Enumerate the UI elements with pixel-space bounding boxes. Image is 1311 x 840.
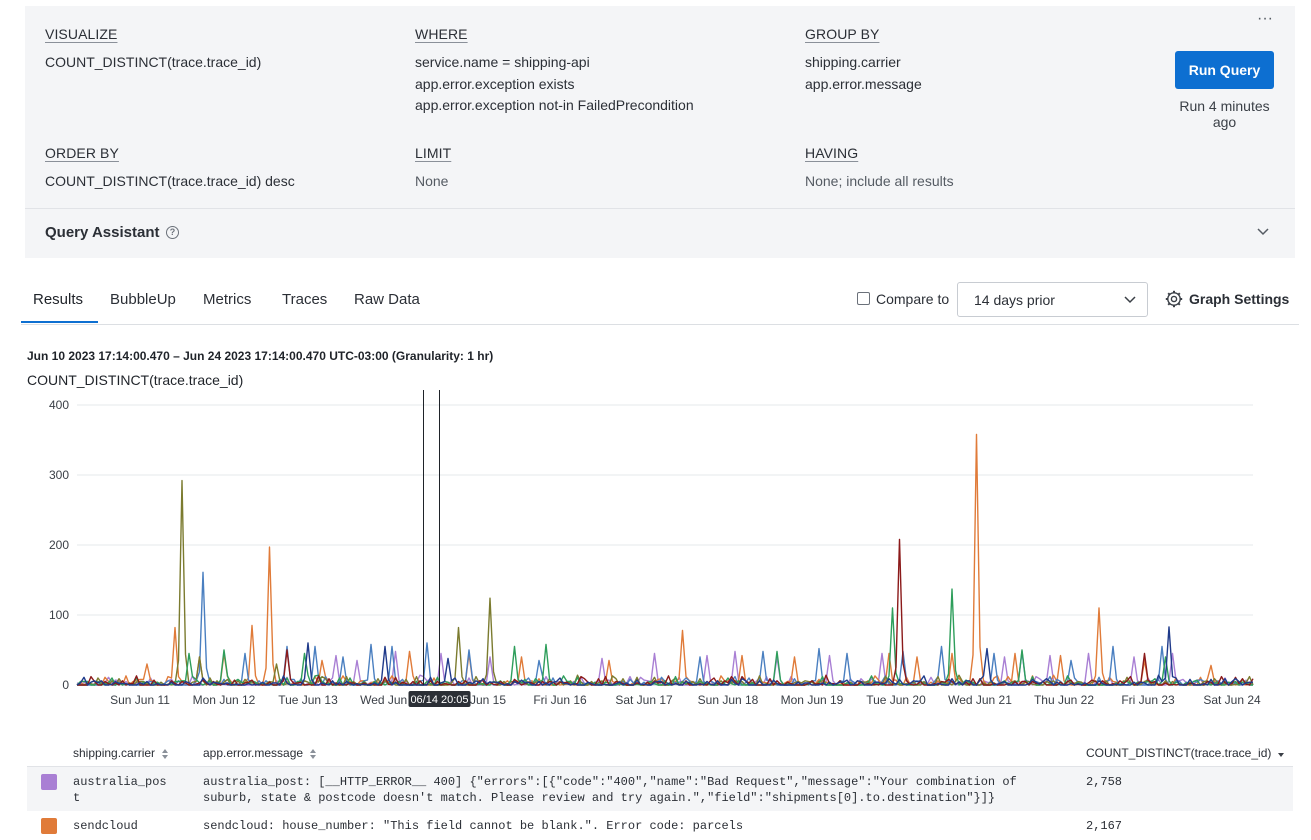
sort-desc-icon[interactable]	[1277, 748, 1285, 760]
chevron-down-icon	[1124, 296, 1136, 304]
carrier-cell: sendcloud	[73, 819, 138, 833]
series-line	[77, 538, 1254, 686]
limit-value: None	[415, 173, 449, 189]
x-axis-labels: Sun Jun 11 Mon Jun 12 Tue Jun 13 Wed Jun 14…	[110, 693, 1261, 707]
order-by-value: COUNT_DISTINCT(trace.trace_id) desc	[45, 173, 295, 189]
time-range-label: Jun 10 2023 17:14:00.470 – Jun 24 2023 1…	[27, 349, 494, 363]
more-options-icon[interactable]: ···	[1256, 11, 1274, 28]
having-value: None; include all results	[805, 173, 954, 189]
y-tick-label: 400	[49, 398, 69, 412]
y-tick-label: 0	[62, 678, 69, 692]
line-chart[interactable]: 0 100 200 300 400 Sun Jun 11 Mon Jun 12 Tue Ju…	[0, 390, 1311, 715]
visualize-heading[interactable]: VISUALIZE	[45, 26, 261, 42]
sort-icon[interactable]	[309, 748, 317, 760]
y-tick-label: 300	[49, 468, 69, 482]
message-cell: sendcloud: house_number: "This field can…	[203, 819, 744, 833]
tab-results[interactable]: Results	[33, 291, 83, 308]
where-section[interactable]: WHERE service.name = shipping-api app.er…	[415, 26, 694, 117]
graph-settings-button[interactable]: Graph Settings	[1189, 291, 1289, 307]
series-line	[77, 571, 1254, 686]
having-heading[interactable]: HAVING	[805, 145, 954, 161]
series-color-swatch	[41, 818, 57, 834]
group-by-heading[interactable]: GROUP BY	[805, 26, 922, 42]
chart-metric-label: COUNT_DISTINCT(trace.trace_id)	[27, 372, 244, 388]
x-tick-label: Fri Jun 23	[1121, 693, 1175, 707]
x-tick-label: Tue Jun 13	[278, 693, 338, 707]
count-cell: 2,167	[1086, 819, 1123, 833]
tab-bubbleup[interactable]: BubbleUp	[110, 291, 176, 308]
order-by-section[interactable]: ORDER BY COUNT_DISTINCT(trace.trace_id) …	[45, 145, 295, 193]
y-tick-label: 200	[49, 538, 69, 552]
y-axis-labels: 0 100 200 300 400	[49, 398, 69, 692]
compare-checkbox[interactable]	[857, 292, 870, 305]
x-tick-label: Sun Jun 18	[698, 693, 759, 707]
carrier-cell: australia_post	[73, 775, 167, 805]
compare-label: Compare to	[876, 291, 950, 307]
compare-period-value: 14 days prior	[974, 292, 1055, 308]
query-assistant-title: Query Assistant	[45, 224, 160, 241]
where-heading[interactable]: WHERE	[415, 26, 694, 42]
visualize-section[interactable]: VISUALIZE COUNT_DISTINCT(trace.trace_id)	[45, 26, 261, 74]
group-by-field: app.error.message	[805, 75, 922, 92]
where-clause: app.error.exception exists	[415, 75, 575, 92]
query-assistant-bar[interactable]: Query Assistant ?	[25, 208, 1295, 258]
col-count[interactable]: COUNT_DISTINCT(trace.trace_id)	[1086, 746, 1285, 760]
x-tick-label: Mon Jun 12	[193, 693, 256, 707]
marker-label: 06/14 20:05	[410, 694, 468, 706]
table-row[interactable]: australia_post australia_post: [__HTTP_E…	[27, 767, 1293, 811]
limit-section[interactable]: LIMIT None	[415, 145, 451, 193]
chevron-down-icon[interactable]	[1256, 226, 1270, 236]
query-builder-panel: VISUALIZE COUNT_DISTINCT(trace.trace_id)…	[25, 6, 1295, 208]
results-table-header: shipping.carrier app.error.message COUNT…	[27, 740, 1293, 767]
col-error-message[interactable]: app.error.message	[203, 746, 317, 760]
group-by-section[interactable]: GROUP BY shipping.carrier app.error.mess…	[805, 26, 922, 95]
visualize-value: COUNT_DISTINCT(trace.trace_id)	[45, 54, 262, 70]
limit-heading[interactable]: LIMIT	[415, 145, 451, 161]
col-shipping-carrier[interactable]: shipping.carrier	[73, 746, 169, 760]
x-tick-label: Mon Jun 19	[781, 693, 844, 707]
tab-traces[interactable]: Traces	[282, 291, 327, 308]
x-tick-label: Wed Jun 21	[948, 693, 1012, 707]
compare-period-select[interactable]: 14 days prior	[957, 282, 1148, 317]
table-row[interactable]: sendcloud sendcloud: house_number: "This…	[27, 811, 1293, 840]
tab-metrics[interactable]: Metrics	[203, 291, 251, 308]
chart-series	[76, 433, 1254, 686]
count-cell: 2,758	[1086, 775, 1123, 789]
where-clause: service.name = shipping-api	[415, 54, 590, 70]
series-line	[76, 433, 1254, 686]
tab-raw-data[interactable]: Raw Data	[354, 291, 420, 308]
x-tick-label: Thu Jun 22	[1034, 693, 1094, 707]
active-tab-indicator	[21, 321, 98, 323]
run-query-button[interactable]: Run Query	[1175, 51, 1274, 89]
having-section[interactable]: HAVING None; include all results	[805, 145, 954, 193]
gear-icon[interactable]	[1165, 290, 1183, 308]
x-tick-label: Sat Jun 24	[1203, 693, 1261, 707]
message-cell: australia_post: [__HTTP_ERROR__ 400] {"e…	[203, 775, 1024, 805]
y-tick-label: 100	[49, 608, 69, 622]
where-clause: app.error.exception not-in FailedPrecond…	[415, 97, 694, 113]
x-tick-label: Tue Jun 20	[866, 693, 926, 707]
order-by-heading[interactable]: ORDER BY	[45, 145, 295, 161]
group-by-field: shipping.carrier	[805, 54, 901, 70]
help-icon[interactable]: ?	[166, 226, 179, 239]
last-run-time: Run 4 minutes ago	[1179, 98, 1270, 130]
x-tick-label: Sun Jun 11	[110, 693, 170, 707]
series-color-swatch	[41, 774, 57, 790]
x-tick-label: Fri Jun 16	[533, 693, 587, 707]
sort-icon[interactable]	[161, 748, 169, 760]
x-tick-label: Sat Jun 17	[615, 693, 673, 707]
